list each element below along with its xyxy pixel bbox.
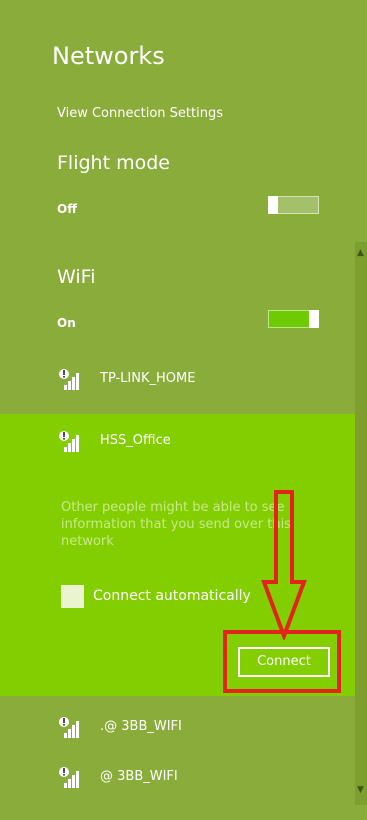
toggle-knob [309, 310, 319, 328]
network-name: .@ 3BB_WIFI [100, 719, 182, 734]
wifi-toggle[interactable] [268, 310, 319, 328]
scrollbar[interactable] [355, 242, 367, 805]
wifi-signal-warning-icon [59, 431, 79, 452]
network-item-tp-link-home[interactable]: TP-LINK_HOME [0, 362, 355, 422]
wifi-signal-warning-icon [59, 717, 79, 738]
view-connection-settings-link[interactable]: View Connection Settings [57, 106, 223, 121]
network-name: TP-LINK_HOME [100, 371, 196, 386]
annotation-highlight-box [223, 630, 341, 693]
wifi-signal-warning-icon [59, 767, 79, 788]
wifi-signal-warning-icon [59, 369, 79, 390]
scroll-up-icon[interactable]: ▲ [357, 248, 364, 258]
network-name: @ 3BB_WIFI [100, 769, 178, 784]
scroll-down-icon[interactable]: ▼ [357, 785, 364, 795]
wifi-label: WiFi [57, 266, 96, 288]
network-item-hss-office[interactable]: HSS_Office [0, 424, 355, 484]
connect-automatically-label[interactable]: Connect automatically [93, 588, 251, 604]
network-name: HSS_Office [100, 433, 171, 448]
flight-mode-toggle[interactable] [268, 196, 319, 214]
toggle-knob [268, 196, 278, 214]
annotation-arrow [261, 490, 307, 640]
flight-mode-state: Off [57, 202, 77, 216]
connect-automatically-checkbox[interactable] [61, 585, 84, 608]
wifi-state: On [57, 316, 76, 330]
panel-title: Networks [52, 42, 165, 70]
flight-mode-label: Flight mode [57, 152, 170, 174]
network-item-3bb-wifi-2[interactable]: @ 3BB_WIFI [0, 760, 355, 820]
